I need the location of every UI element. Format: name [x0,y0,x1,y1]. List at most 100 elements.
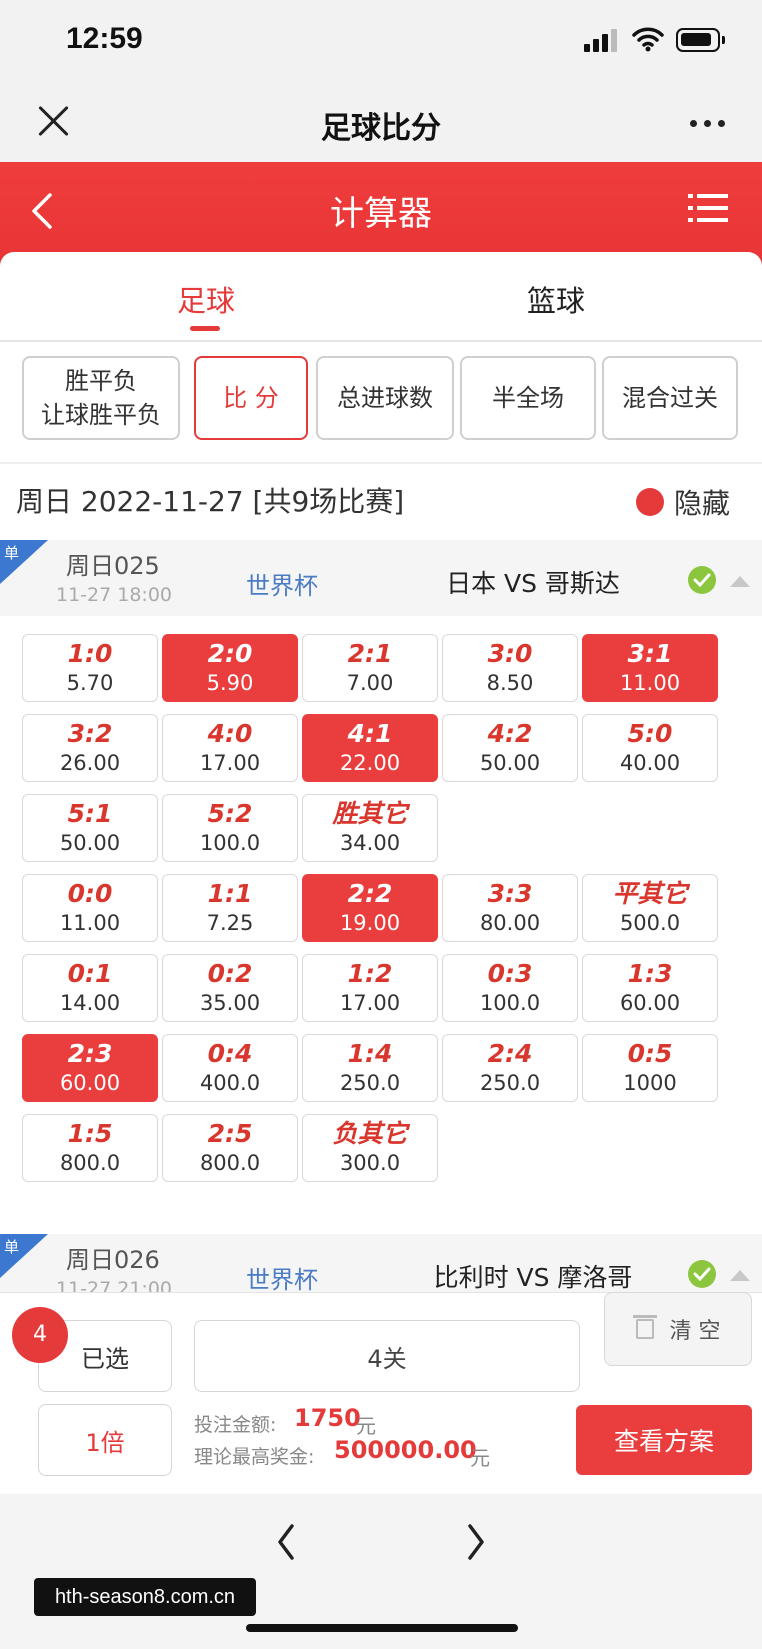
odds-value: 5.70 [66,671,114,695]
score-option-cell[interactable]: 3:1 11.00 [582,634,718,702]
score-label: 0:4 [207,1039,253,1068]
hide-toggle-dot[interactable] [636,488,664,516]
score-option-cell[interactable]: 3:3 80.00 [442,874,578,942]
score-label: 1:0 [67,639,113,668]
match-time: 11-27 18:00 [56,584,173,606]
prev-page-icon[interactable] [272,1522,302,1562]
score-option-cell[interactable]: 0:0 11.00 [22,874,158,942]
wifi-icon [632,26,664,52]
play-type-total-goals[interactable]: 总进球数 [316,356,454,440]
page-title: 足球比分 [321,111,441,146]
odds-value: 34.00 [339,831,401,855]
odds-value: 22.00 [339,751,401,775]
play-type-half-full[interactable]: 半全场 [460,356,596,440]
match-teams: 日本 VS 哥斯达 [446,569,620,598]
score-option-cell[interactable]: 1:2 17.00 [302,954,438,1022]
score-option-cell[interactable]: 1:4 250.0 [302,1034,438,1102]
score-option-cell[interactable]: 2:5 800.0 [162,1114,298,1182]
odds-value: 80.00 [479,911,541,935]
score-option-cell[interactable]: 0:1 14.00 [22,954,158,1022]
score-label: 1:2 [347,959,393,988]
score-label: 1:5 [67,1119,113,1148]
score-option-cell[interactable]: 2:2 19.00 [302,874,438,942]
play-type-score[interactable]: 比 分 [194,356,308,440]
more-options-icon[interactable] [690,120,730,128]
bet-amount-unit: 元 [356,1414,376,1438]
score-option-cell[interactable]: 5:0 40.00 [582,714,718,782]
menu-list-icon[interactable] [688,190,728,226]
score-option-cell[interactable]: 2:0 5.90 [162,634,298,702]
score-option-cell[interactable]: 4:2 50.00 [442,714,578,782]
score-option-cell[interactable]: 0:2 35.00 [162,954,298,1022]
tab-football[interactable]: 足球 [106,278,306,320]
score-label: 2:3 [67,1039,113,1068]
score-label: 1:4 [347,1039,393,1068]
score-label: 3:0 [487,639,533,668]
odds-value: 50.00 [59,831,121,855]
odds-value: 500.0 [619,911,681,935]
score-label: 3:2 [67,719,113,748]
score-label: 2:1 [347,639,393,668]
score-option-cell[interactable]: 平其它 500.0 [582,874,718,942]
score-option-cell[interactable]: 胜其它 34.00 [302,794,438,862]
odds-value: 17.00 [339,991,401,1015]
score-option-cell[interactable]: 1:1 7.25 [162,874,298,942]
league-name: 世界杯 [246,1266,318,1294]
odds-value: 40.00 [619,751,681,775]
score-option-cell[interactable]: 5:1 50.00 [22,794,158,862]
tab-basketball[interactable]: 篮球 [456,278,656,320]
single-match-tag-icon: 单 [0,540,48,586]
score-option-cell[interactable]: 4:0 17.00 [162,714,298,782]
odds-value: 7.00 [346,671,394,695]
watermark: hth-season8.com.cn [34,1578,256,1616]
odds-value: 8.50 [486,671,534,695]
divider [0,340,762,342]
score-option-cell[interactable]: 1:5 800.0 [22,1114,158,1182]
score-option-cell[interactable]: 1:3 60.00 [582,954,718,1022]
score-option-cell[interactable]: 2:3 60.00 [22,1034,158,1102]
score-option-cell[interactable]: 2:1 7.00 [302,634,438,702]
match-header[interactable]: 单 周日025 11-27 18:00 世界杯 日本 VS 哥斯达 [0,540,762,616]
score-option-cell[interactable]: 2:4 250.0 [442,1034,578,1102]
play-type-win-draw-lose[interactable]: 胜平负 让球胜平负 [22,356,180,440]
signal-icon [584,28,620,52]
score-option-cell[interactable]: 4:1 22.00 [302,714,438,782]
score-label: 平其它 [612,879,688,908]
multiplier-input[interactable]: 1倍 [38,1404,172,1476]
odds-value: 60.00 [619,991,681,1015]
score-option-cell[interactable]: 负其它 300.0 [302,1114,438,1182]
score-option-cell[interactable]: 3:2 26.00 [22,714,158,782]
score-label: 4:1 [347,719,393,748]
nav-bar: 足球比分 [0,86,762,162]
match-teams: 比利时 VS 摩洛哥 [433,1263,633,1292]
score-option-cell[interactable]: 0:4 400.0 [162,1034,298,1102]
max-prize-value: 500000.00 [334,1436,477,1464]
play-type-mixed[interactable]: 混合过关 [602,356,738,440]
collapse-icon[interactable] [730,576,750,587]
check-icon [688,1260,716,1288]
view-plan-button[interactable]: 查看方案 [576,1405,752,1475]
score-label: 1:1 [207,879,253,908]
score-option-cell[interactable]: 1:0 5.70 [22,634,158,702]
trash-icon [632,1315,657,1339]
score-option-cell[interactable]: 0:5 1000 [582,1034,718,1102]
next-page-icon[interactable] [460,1522,490,1562]
score-option-cell[interactable]: 5:2 100.0 [162,794,298,862]
header-title: 计算器 [330,194,432,234]
pass-type-selector[interactable]: 4关 [194,1320,580,1392]
score-option-cell[interactable]: 3:0 8.50 [442,634,578,702]
clear-button[interactable]: 清 空 [604,1292,752,1366]
hide-toggle-label[interactable]: 隐藏 [674,482,730,522]
score-option-cell[interactable]: 0:3 100.0 [442,954,578,1022]
collapse-icon[interactable] [730,1270,750,1281]
check-icon [688,566,716,594]
match-header[interactable]: 单 周日026 11-27 21:00 世界杯 比利时 VS 摩洛哥 [0,1234,762,1298]
odds-value: 26.00 [59,751,121,775]
score-label: 4:2 [487,719,533,748]
score-label: 2:2 [347,879,393,908]
odds-value: 300.0 [339,1151,401,1175]
score-label: 3:1 [627,639,673,668]
odds-value: 50.00 [479,751,541,775]
odds-value: 11.00 [59,911,121,935]
odds-value: 250.0 [479,1071,541,1095]
